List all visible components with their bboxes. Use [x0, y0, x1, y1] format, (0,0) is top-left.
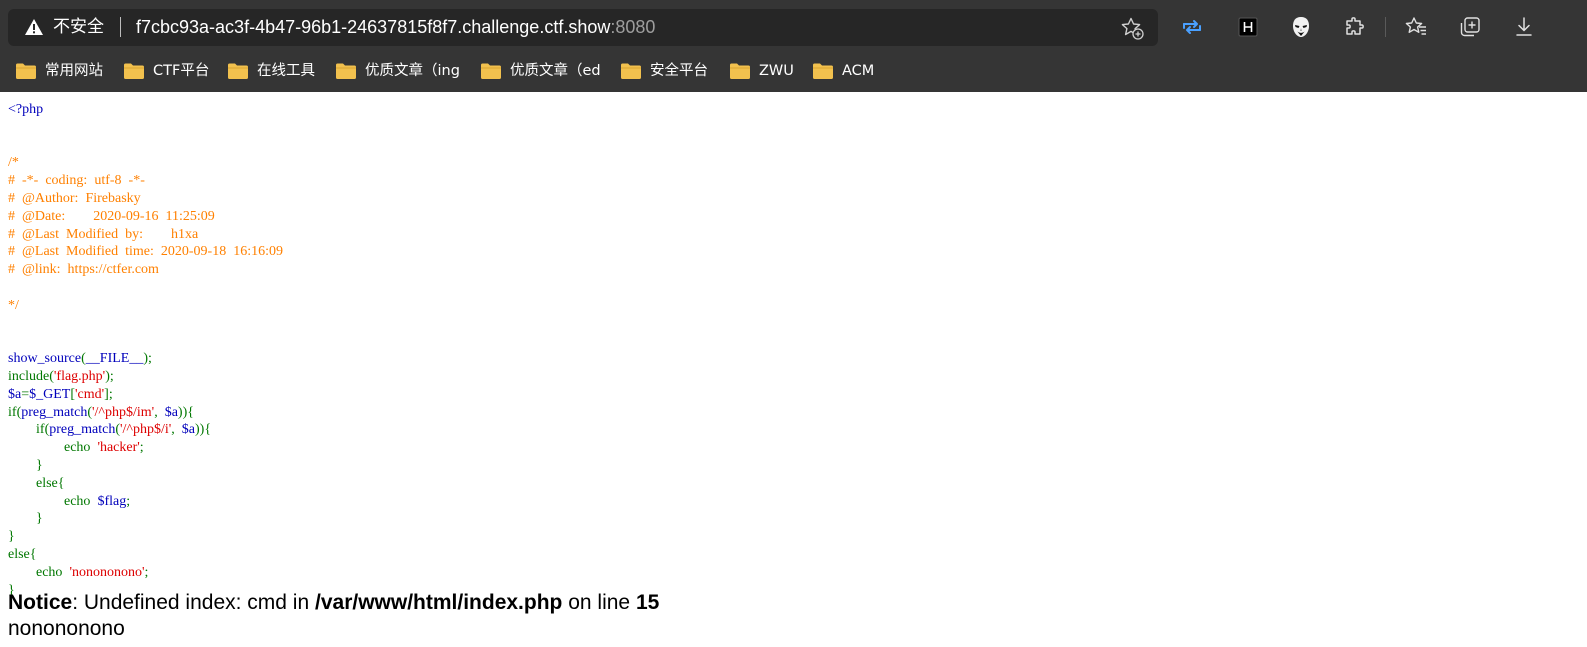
code-string: 'cmd'	[75, 386, 105, 402]
script-output: nonononono	[8, 617, 125, 640]
url-text[interactable]: f7cbc93a-ac3f-4b47-96b1-24637815f8f7.cha…	[136, 17, 655, 37]
folder-icon	[730, 63, 750, 79]
h-extension-icon[interactable]	[1236, 15, 1260, 39]
code-keyword: if	[8, 404, 17, 420]
comment-line: # @Date: 2020-09-16 11:25:09	[8, 208, 215, 224]
bookmark-folder-articles-ing[interactable]: 优质文章（ing	[335, 60, 460, 82]
browser-chrome: 不安全 f7cbc93a-ac3f-4b47-96b1-24637815f8f7…	[0, 0, 1587, 92]
php-open-tag: <?php	[8, 102, 44, 117]
code-variable: $a	[164, 404, 178, 420]
code-variable: $a	[8, 386, 22, 402]
comment-line: # @Author: Firebasky	[8, 190, 141, 206]
comment-line: # -*- coding: utf-8 -*-	[8, 173, 145, 189]
browser-toolbar: 不安全 f7cbc93a-ac3f-4b47-96b1-24637815f8f7…	[0, 0, 1587, 52]
url-host: f7cbc93a-ac3f-4b47-96b1-24637815f8f7.cha…	[136, 17, 611, 37]
notice-path: /var/www/html/index.php	[315, 591, 563, 614]
folder-icon	[124, 63, 144, 79]
code-variable: $a	[181, 422, 196, 438]
code-string: '/^php$/im'	[92, 404, 155, 420]
code-variable: $_GET	[29, 386, 71, 402]
bookmark-label: 常用网站	[45, 63, 103, 79]
address-bar[interactable]: 不安全 f7cbc93a-ac3f-4b47-96b1-24637815f8f7…	[8, 9, 1158, 46]
mask-extension-icon[interactable]	[1289, 15, 1313, 39]
add-to-favorites-icon[interactable]	[1120, 16, 1144, 40]
downloads-icon[interactable]	[1512, 15, 1536, 39]
bookmark-label: 优质文章（ing	[365, 63, 460, 79]
code-string: 'hacker'	[97, 440, 140, 456]
folder-icon	[336, 63, 356, 79]
folder-icon	[228, 63, 248, 79]
php-source-code: <?php /* # -*- coding: utf-8 -*- # @Auth…	[8, 102, 283, 598]
code-function: preg_match	[49, 422, 116, 438]
folder-icon	[621, 63, 641, 79]
warning-icon[interactable]	[24, 18, 44, 36]
bookmark-folder-security-platforms[interactable]: 安全平台	[620, 60, 708, 82]
notice-line-number: 15	[635, 591, 660, 614]
code-string: 'flag.php'	[53, 368, 106, 384]
favorites-icon[interactable]	[1404, 15, 1428, 39]
bookmark-folder-articles-ed[interactable]: 优质文章（ed	[480, 60, 601, 82]
bookmark-label: ZWU	[759, 63, 794, 79]
notice-label: Notice	[8, 591, 73, 614]
code-string: '/^php$/i'	[120, 422, 172, 438]
bookmark-folder-ctf-platforms[interactable]: CTF平台	[123, 60, 209, 82]
bookmark-folder-common-sites[interactable]: 常用网站	[15, 60, 103, 82]
code-keyword: include	[8, 368, 50, 384]
comment-line: # @Last Modified by: h1xa	[8, 226, 199, 242]
code-function: show_source	[8, 351, 82, 367]
bookmark-folder-zwu[interactable]: ZWU	[729, 60, 794, 82]
code-constant: __FILE__	[85, 351, 144, 367]
toolbar-divider	[1385, 17, 1386, 37]
bookmark-label: CTF平台	[153, 63, 210, 79]
code-keyword: else	[8, 546, 30, 562]
address-separator	[120, 17, 121, 37]
bookmark-folder-online-tools[interactable]: 在线工具	[227, 60, 315, 82]
notice-on-line: on line	[562, 591, 636, 614]
code-keyword: else	[36, 475, 58, 491]
folder-icon	[813, 63, 833, 79]
php-notice: Notice: Undefined index: cmd in /var/www…	[8, 590, 659, 615]
page-content: <?php /* # -*- coding: utf-8 -*- # @Auth…	[8, 101, 1578, 599]
bookmark-label: 在线工具	[257, 63, 315, 79]
bookmark-label: ACM	[842, 63, 875, 79]
tab-sync-icon[interactable]	[1180, 15, 1204, 39]
comment-line: # @link: https://ctfer.com	[8, 262, 159, 278]
code-function: preg_match	[21, 404, 88, 420]
code-keyword: echo	[36, 564, 63, 580]
comment-line: /*	[8, 155, 19, 171]
collections-icon[interactable]	[1458, 15, 1482, 39]
folder-icon	[16, 63, 36, 79]
bookmark-folder-acm[interactable]: ACM	[812, 60, 874, 82]
notice-message: : Undefined index: cmd in	[72, 591, 315, 614]
extensions-puzzle-icon[interactable]	[1343, 15, 1367, 39]
code-variable: $flag	[97, 493, 127, 509]
security-status-label[interactable]: 不安全	[53, 17, 104, 37]
comment-line: */	[8, 297, 19, 313]
code-keyword: echo	[64, 440, 91, 456]
bookmarks-bar: 常用网站 CTF平台 在线工具 优质文章（ing 优质文章（ed 安全平台 ZW…	[0, 52, 1587, 92]
code-keyword: if	[36, 422, 45, 438]
bookmark-label: 优质文章（ed	[510, 63, 601, 79]
code-string: 'nonononono'	[69, 564, 145, 580]
url-port: :8080	[610, 17, 656, 37]
code-keyword: echo	[64, 493, 91, 509]
folder-icon	[481, 63, 501, 79]
comment-line: # @Last Modified time: 2020-09-18 16:16:…	[8, 244, 283, 260]
bookmark-label: 安全平台	[650, 63, 708, 79]
